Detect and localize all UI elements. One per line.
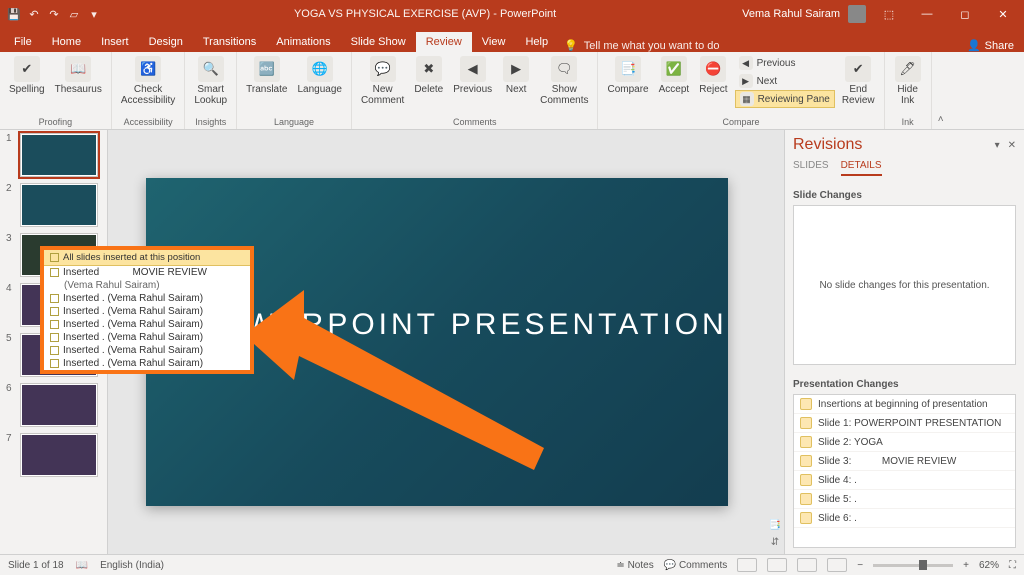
- revision-marker-icon[interactable]: 📑: [769, 520, 781, 531]
- share-icon: 👤: [967, 39, 981, 52]
- group-comments-label: Comments: [453, 117, 497, 129]
- fit-slide-icon[interactable]: ⇵: [771, 537, 779, 548]
- group-insights-label: Insights: [195, 117, 226, 129]
- revision-callout[interactable]: All slides inserted at this position Ins…: [44, 250, 250, 370]
- group-proofing-label: Proofing: [39, 117, 73, 129]
- tab-insert[interactable]: Insert: [91, 32, 139, 52]
- ribbon-tabs: File Home Insert Design Transitions Anim…: [0, 28, 1024, 52]
- list-item[interactable]: Insertions at beginning of presentation: [794, 395, 1015, 414]
- tab-slideshow[interactable]: Slide Show: [341, 32, 416, 52]
- title-bar: 💾 ↶ ↷ ▱ ▾ YOGA VS PHYSICAL EXERCISE (AVP…: [0, 0, 1024, 28]
- slide-title-text[interactable]: POWERPOINT PRESENTATION: [194, 308, 728, 342]
- list-item[interactable]: Slide 1: POWERPOINT PRESENTATION: [794, 414, 1015, 433]
- avatar[interactable]: [848, 5, 866, 23]
- revisions-title: Revisions: [793, 136, 862, 154]
- reject-button[interactable]: ⛔Reject: [696, 54, 730, 108]
- rev-tab-slides[interactable]: SLIDES: [793, 160, 829, 176]
- zoom-in-button[interactable]: +: [963, 560, 969, 571]
- thumb-6[interactable]: [20, 383, 98, 427]
- translate-button[interactable]: 🔤Translate: [243, 54, 290, 97]
- minimize-button[interactable]: —: [912, 3, 942, 25]
- tab-file[interactable]: File: [4, 32, 42, 52]
- thesaurus-button[interactable]: 📖Thesaurus: [52, 54, 105, 97]
- zoom-out-button[interactable]: −: [857, 560, 863, 571]
- close-button[interactable]: ✕: [988, 3, 1018, 25]
- pane-options-icon[interactable]: ▾: [995, 140, 1000, 151]
- thumb-7[interactable]: [20, 433, 98, 477]
- hide-ink-button[interactable]: 🖊Hide Ink: [891, 54, 925, 108]
- spell-check-icon[interactable]: 📖: [76, 560, 88, 571]
- maximize-button[interactable]: ◻: [950, 3, 980, 25]
- ribbon-options-icon[interactable]: ⬚: [874, 3, 904, 25]
- list-item[interactable]: Slide 4: .: [794, 471, 1015, 490]
- tab-view[interactable]: View: [472, 32, 516, 52]
- group-accessibility-label: Accessibility: [124, 117, 173, 129]
- next-comment-button[interactable]: ▶Next: [499, 54, 533, 108]
- next-change-button[interactable]: ▶Next: [735, 72, 835, 90]
- group-ink-label: Ink: [902, 117, 914, 129]
- presentation-changes-label: Presentation Changes: [793, 379, 1016, 390]
- slide-changes-label: Slide Changes: [793, 190, 1016, 201]
- language-button[interactable]: 🌐Language: [294, 54, 345, 97]
- thumb-1[interactable]: [20, 133, 98, 177]
- save-icon[interactable]: 💾: [6, 6, 22, 22]
- spelling-button[interactable]: ✔︎Spelling: [6, 54, 48, 97]
- callout-header: All slides inserted at this position: [63, 252, 200, 263]
- status-bar: Slide 1 of 18 📖 English (India) ≐ Notes …: [0, 554, 1024, 575]
- language-status[interactable]: English (India): [100, 560, 164, 571]
- list-item[interactable]: Slide 6: .: [794, 509, 1015, 528]
- undo-icon[interactable]: ↶: [26, 6, 42, 22]
- reviewing-pane-button[interactable]: ▦Reviewing Pane: [735, 90, 835, 108]
- compare-button[interactable]: 📑Compare: [604, 54, 651, 108]
- show-comments-button[interactable]: 🗨Show Comments: [537, 54, 591, 108]
- sorter-view-button[interactable]: [767, 558, 787, 572]
- smart-lookup-button[interactable]: 🔍Smart Lookup: [191, 54, 230, 108]
- comments-button[interactable]: 💬 Comments: [664, 560, 728, 571]
- start-slideshow-icon[interactable]: ▱: [66, 6, 82, 22]
- quick-access-toolbar: 💾 ↶ ↷ ▱ ▾: [0, 6, 108, 22]
- normal-view-button[interactable]: [737, 558, 757, 572]
- previous-comment-button[interactable]: ◀Previous: [450, 54, 495, 108]
- user-name[interactable]: Vema Rahul Sairam: [742, 8, 840, 20]
- stage-side-controls: 📑 ⇵: [766, 130, 784, 554]
- share-button[interactable]: 👤 Share: [967, 39, 1014, 52]
- tab-review[interactable]: Review: [416, 32, 472, 52]
- reading-view-button[interactable]: [797, 558, 817, 572]
- slide-counter[interactable]: Slide 1 of 18: [8, 560, 64, 571]
- check-accessibility-button[interactable]: ♿Check Accessibility: [118, 54, 178, 108]
- thumb-2[interactable]: [20, 183, 98, 227]
- qat-more-icon[interactable]: ▾: [86, 6, 102, 22]
- rev-tab-details[interactable]: DETAILS: [841, 160, 882, 176]
- window-title: YOGA VS PHYSICAL EXERCISE (AVP) - PowerP…: [108, 8, 742, 20]
- end-review-button[interactable]: ✔End Review: [839, 54, 878, 108]
- list-item[interactable]: Slide 5: .: [794, 490, 1015, 509]
- tab-animations[interactable]: Animations: [266, 32, 340, 52]
- lightbulb-icon: 💡: [564, 39, 578, 52]
- tab-help[interactable]: Help: [515, 32, 558, 52]
- group-compare-label: Compare: [723, 117, 760, 129]
- slideshow-view-button[interactable]: [827, 558, 847, 572]
- delete-comment-button[interactable]: ✖Delete: [411, 54, 446, 108]
- tab-design[interactable]: Design: [139, 32, 193, 52]
- group-language-label: Language: [274, 117, 314, 129]
- notes-button[interactable]: ≐ Notes: [616, 560, 653, 571]
- revisions-pane: Revisions ▾ ✕ SLIDES DETAILS Slide Change…: [784, 130, 1024, 554]
- accept-button[interactable]: ✅Accept: [656, 54, 693, 108]
- presentation-changes-list[interactable]: Insertions at beginning of presentation …: [793, 394, 1016, 548]
- slide-changes-box: No slide changes for this presentation.: [793, 205, 1016, 365]
- ribbon: ✔︎Spelling 📖Thesaurus Proofing ♿Check Ac…: [0, 52, 1024, 130]
- tell-me-search[interactable]: 💡 Tell me what you want to do: [564, 39, 719, 52]
- tab-home[interactable]: Home: [42, 32, 91, 52]
- new-comment-button[interactable]: 💬New Comment: [358, 54, 407, 108]
- list-item[interactable]: Slide 2: YOGA: [794, 433, 1015, 452]
- collapse-ribbon-icon[interactable]: ˄: [932, 52, 950, 129]
- zoom-slider[interactable]: [873, 564, 953, 567]
- redo-icon[interactable]: ↷: [46, 6, 62, 22]
- tab-transitions[interactable]: Transitions: [193, 32, 266, 52]
- pane-close-icon[interactable]: ✕: [1008, 140, 1016, 151]
- zoom-value[interactable]: 62%: [979, 560, 999, 571]
- fit-window-icon[interactable]: ⛶: [1009, 560, 1016, 571]
- list-item[interactable]: Slide 3: MOVIE REVIEW: [794, 452, 1015, 471]
- previous-change-button[interactable]: ◀Previous: [735, 54, 835, 72]
